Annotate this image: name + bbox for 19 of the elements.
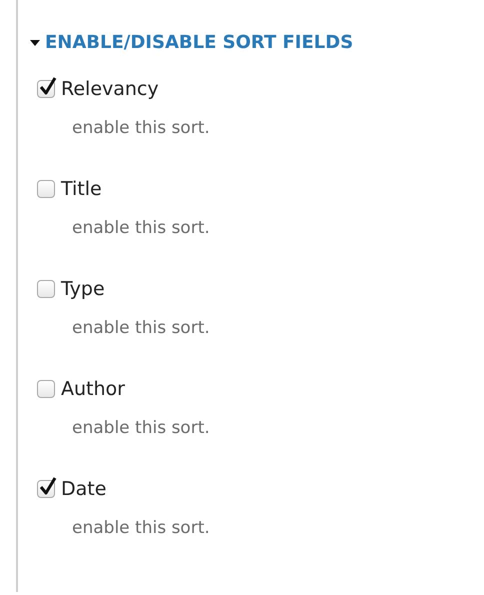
item-description: enable this sort.: [72, 417, 210, 440]
item-description: enable this sort.: [72, 217, 210, 240]
checkmark-icon: [39, 476, 57, 496]
sort-checkbox[interactable]: Author: [30, 374, 484, 404]
item-description: enable this sort.: [72, 317, 210, 340]
checkmark-icon: [39, 76, 57, 96]
sort-checkbox[interactable]: Type: [30, 274, 484, 304]
sort-checkbox[interactable]: Relevancy: [30, 74, 484, 104]
sort-checkbox[interactable]: Title: [30, 174, 484, 204]
checkbox[interactable]: [37, 180, 55, 198]
sort-checkbox[interactable]: Date: [30, 474, 484, 504]
caret-icon: [30, 38, 40, 48]
checkbox[interactable]: [37, 480, 55, 498]
fieldset-toggle[interactable]: ENABLE/DISABLE SORT FIELDS: [30, 30, 354, 56]
checkbox[interactable]: [37, 380, 55, 398]
checkbox[interactable]: [37, 80, 55, 98]
checkbox[interactable]: [37, 280, 55, 298]
item-description: enable this sort.: [72, 117, 210, 140]
item-description: enable this sort.: [72, 517, 210, 540]
